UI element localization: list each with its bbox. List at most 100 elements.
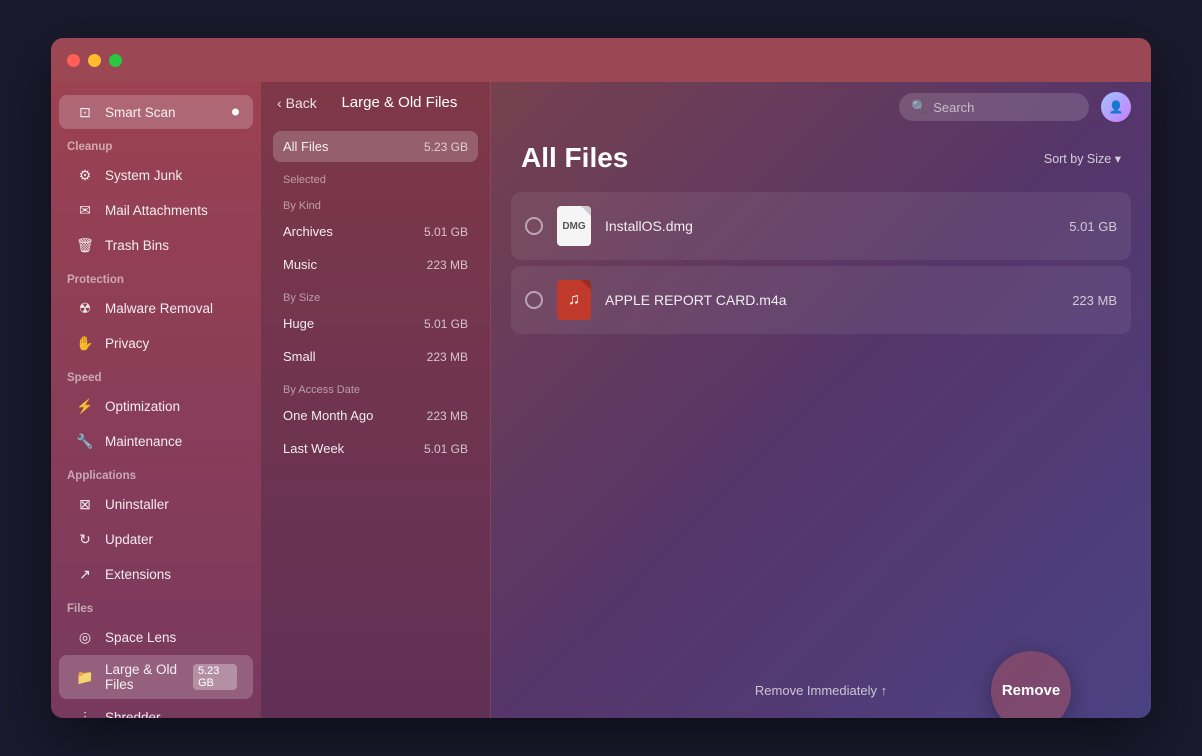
filter-size: 223 MB bbox=[427, 409, 468, 423]
table-row[interactable]: ♫ APPLE REPORT CARD.m4a 223 MB bbox=[511, 266, 1131, 334]
filter-label: Small bbox=[283, 349, 316, 364]
active-dot bbox=[232, 109, 239, 116]
sidebar-item-smart-scan[interactable]: ⊡ Smart Scan bbox=[59, 95, 253, 129]
filter-archives[interactable]: Archives 5.01 GB bbox=[273, 216, 478, 247]
dmg-icon: DMG bbox=[557, 206, 591, 246]
filter-label: Huge bbox=[283, 316, 314, 331]
filter-size: 5.01 GB bbox=[424, 317, 468, 331]
sidebar-item-label: Mail Attachments bbox=[105, 203, 208, 218]
file-name: InstallOS.dmg bbox=[605, 218, 1057, 234]
section-speed: Speed bbox=[51, 364, 261, 388]
sidebar-item-label: Optimization bbox=[105, 399, 180, 414]
sidebar-item-shredder[interactable]: ⫶ Shredder bbox=[59, 700, 253, 718]
maximize-button[interactable] bbox=[109, 54, 122, 67]
sidebar-item-label: Privacy bbox=[105, 336, 149, 351]
filter-music[interactable]: Music 223 MB bbox=[273, 249, 478, 280]
file-size: 223 MB bbox=[1072, 293, 1117, 308]
panel-title: Large & Old Files bbox=[325, 94, 474, 111]
file-list: DMG InstallOS.dmg 5.01 GB ♫ APPLE REPORT… bbox=[491, 184, 1151, 669]
sidebar-item-label: System Junk bbox=[105, 168, 182, 183]
file-type-icon: DMG bbox=[555, 204, 593, 248]
sidebar-item-privacy[interactable]: ✋ Privacy bbox=[59, 326, 253, 360]
sidebar-item-label: Shredder bbox=[105, 710, 161, 719]
sidebar-item-label: Updater bbox=[105, 532, 153, 547]
sidebar-item-mail-attachments[interactable]: ✉ Mail Attachments bbox=[59, 193, 253, 227]
avatar-icon: 👤 bbox=[1109, 100, 1124, 114]
sidebar-item-label: Uninstaller bbox=[105, 497, 169, 512]
filter-section-by-size: By Size bbox=[273, 282, 478, 308]
large-files-icon: 📁 bbox=[75, 667, 95, 687]
sidebar-item-system-junk[interactable]: ⚙ System Junk bbox=[59, 158, 253, 192]
back-label: Back bbox=[286, 95, 317, 111]
main-toolbar: 🔍 👤 bbox=[491, 82, 1151, 132]
file-checkbox[interactable] bbox=[525, 217, 543, 235]
remove-immediately-button[interactable]: Remove Immediately ↑ bbox=[755, 683, 887, 698]
optimization-icon: ⚡ bbox=[75, 396, 95, 416]
filter-label: All Files bbox=[283, 139, 329, 154]
back-button[interactable]: ‹ Back bbox=[277, 95, 317, 111]
sidebar-item-label: Maintenance bbox=[105, 434, 182, 449]
space-lens-icon: ◎ bbox=[75, 627, 95, 647]
back-chevron-icon: ‹ bbox=[277, 95, 282, 111]
large-files-badge: 5.23 GB bbox=[193, 664, 237, 690]
sidebar-item-maintenance[interactable]: 🔧 Maintenance bbox=[59, 424, 253, 458]
filter-size: 223 MB bbox=[427, 350, 468, 364]
filter-list: All Files 5.23 GB Selected By Kind Archi… bbox=[261, 123, 490, 718]
filter-size: 5.23 GB bbox=[424, 140, 468, 154]
filter-all-files[interactable]: All Files 5.23 GB bbox=[273, 131, 478, 162]
sidebar-item-label: Trash Bins bbox=[105, 238, 169, 253]
filter-section-by-kind: By Kind bbox=[273, 190, 478, 216]
file-size: 5.01 GB bbox=[1069, 219, 1117, 234]
malware-icon: ☢ bbox=[75, 298, 95, 318]
sidebar: ⊡ Smart Scan Cleanup ⚙ System Junk ✉ Mai… bbox=[51, 82, 261, 718]
filter-small[interactable]: Small 223 MB bbox=[273, 341, 478, 372]
filter-size: 5.01 GB bbox=[424, 442, 468, 456]
sort-button[interactable]: Sort by Size ▾ bbox=[1044, 151, 1121, 166]
filter-section-selected: Selected bbox=[273, 164, 478, 190]
sidebar-item-trash-bins[interactable]: 🗑 Trash Bins bbox=[59, 228, 253, 262]
close-button[interactable] bbox=[67, 54, 80, 67]
filter-label: Last Week bbox=[283, 441, 344, 456]
filter-label: Archives bbox=[283, 224, 333, 239]
sidebar-item-optimization[interactable]: ⚡ Optimization bbox=[59, 389, 253, 423]
filter-size: 5.01 GB bbox=[424, 225, 468, 239]
trash-icon: 🗑 bbox=[75, 235, 95, 255]
file-name: APPLE REPORT CARD.m4a bbox=[605, 292, 1060, 308]
bottom-bar: Remove Immediately ↑ Remove bbox=[491, 669, 1151, 718]
filter-label: Music bbox=[283, 257, 317, 272]
file-checkbox[interactable] bbox=[525, 291, 543, 309]
privacy-icon: ✋ bbox=[75, 333, 95, 353]
extensions-icon: ↗ bbox=[75, 564, 95, 584]
sidebar-item-label: Extensions bbox=[105, 567, 171, 582]
table-row[interactable]: DMG InstallOS.dmg 5.01 GB bbox=[511, 192, 1131, 260]
section-protection: Protection bbox=[51, 266, 261, 290]
section-files: Files bbox=[51, 595, 261, 619]
sidebar-item-uninstaller[interactable]: ⊠ Uninstaller bbox=[59, 487, 253, 521]
traffic-lights bbox=[67, 54, 122, 67]
sidebar-item-large-old-files[interactable]: 📁 Large & Old Files 5.23 GB bbox=[59, 655, 253, 699]
system-junk-icon: ⚙ bbox=[75, 165, 95, 185]
middle-panel: ‹ Back Large & Old Files All Files 5.23 … bbox=[261, 82, 491, 718]
sidebar-item-extensions[interactable]: ↗ Extensions bbox=[59, 557, 253, 591]
sidebar-item-label: Space Lens bbox=[105, 630, 176, 645]
filter-last-week[interactable]: Last Week 5.01 GB bbox=[273, 433, 478, 464]
title-bar bbox=[51, 38, 1151, 82]
sidebar-item-space-lens[interactable]: ◎ Space Lens bbox=[59, 620, 253, 654]
sidebar-item-updater[interactable]: ↻ Updater bbox=[59, 522, 253, 556]
filter-huge[interactable]: Huge 5.01 GB bbox=[273, 308, 478, 339]
search-input[interactable] bbox=[933, 100, 1077, 115]
updater-icon: ↻ bbox=[75, 529, 95, 549]
panel-header: ‹ Back Large & Old Files bbox=[261, 82, 490, 123]
filter-one-month-ago[interactable]: One Month Ago 223 MB bbox=[273, 400, 478, 431]
minimize-button[interactable] bbox=[88, 54, 101, 67]
sidebar-item-label: Smart Scan bbox=[105, 105, 176, 120]
smart-scan-icon: ⊡ bbox=[75, 102, 95, 122]
filter-size: 223 MB bbox=[427, 258, 468, 272]
search-icon: 🔍 bbox=[911, 99, 927, 115]
sidebar-item-malware-removal[interactable]: ☢ Malware Removal bbox=[59, 291, 253, 325]
avatar[interactable]: 👤 bbox=[1101, 92, 1131, 122]
file-type-icon: ♫ bbox=[555, 278, 593, 322]
shredder-icon: ⫶ bbox=[75, 707, 95, 718]
search-bar[interactable]: 🔍 bbox=[899, 93, 1089, 121]
filter-section-by-access-date: By Access Date bbox=[273, 374, 478, 400]
